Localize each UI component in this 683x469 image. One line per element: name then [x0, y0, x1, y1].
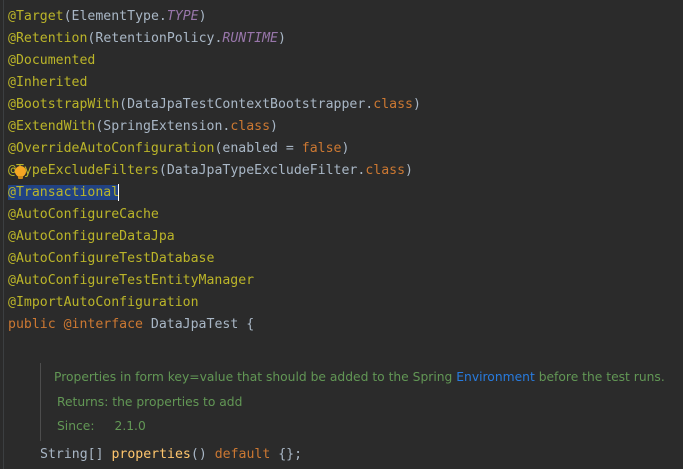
- code-line-typeexcludefilters[interactable]: @TypeExcludeFilters(DataJpaTypeExcludeFi…: [8, 160, 413, 182]
- annotation-name: Target: [15, 9, 64, 24]
- code-line-overrideautoconfiguration[interactable]: @OverrideAutoConfiguration(enabled = fal…: [8, 138, 349, 160]
- keyword: class: [365, 163, 406, 178]
- keyword: false: [301, 141, 342, 156]
- method-name: properties: [111, 447, 191, 462]
- paren: ): [405, 163, 413, 178]
- code-line-interface-declaration[interactable]: public @interface DataJpaTest {: [8, 314, 254, 336]
- code-line-importautoconfiguration[interactable]: @ImportAutoConfiguration: [8, 292, 199, 314]
- code-line-autoconfiguretestentitymanager[interactable]: @AutoConfigureTestEntityManager: [8, 270, 254, 292]
- paren: ): [270, 119, 278, 134]
- keyword: class: [230, 119, 271, 134]
- arg: ElementType.: [71, 9, 167, 24]
- paren: ): [198, 9, 207, 24]
- return-type: String[]: [40, 447, 112, 462]
- annotation-symbol: @: [8, 9, 16, 24]
- constant: TYPE: [166, 9, 199, 24]
- code-line-documented[interactable]: @Documented: [8, 50, 95, 72]
- since-label: Since:: [57, 419, 95, 433]
- code-line-autoconfigurecache[interactable]: @AutoConfigureCache: [8, 204, 159, 226]
- code-line-autoconfiguretestdatabase[interactable]: @AutoConfigureTestDatabase: [8, 248, 214, 270]
- code-line-inherited[interactable]: @Inherited: [8, 72, 87, 94]
- keyword-default: default: [214, 447, 271, 462]
- brace: {: [238, 317, 255, 332]
- text-caret: [118, 183, 120, 201]
- javadoc-text: before the test runs.: [534, 370, 665, 384]
- javadoc-link[interactable]: Environment: [456, 370, 535, 384]
- code-line-extendwith[interactable]: @ExtendWith(SpringExtension.class): [8, 116, 278, 138]
- annotation-symbol: @: [8, 31, 16, 46]
- javadoc-since: Since: 2.1.0: [57, 419, 146, 433]
- method-rest: {};: [270, 447, 303, 462]
- gutter-divider: [3, 0, 4, 469]
- javadoc-description: Properties in form key=value that should…: [54, 370, 665, 384]
- paren: (: [158, 163, 167, 178]
- code-line-transactional[interactable]: @Transactional: [8, 182, 120, 204]
- code-line-retention[interactable]: @Retention(RetentionPolicy.RUNTIME): [8, 28, 286, 50]
- lightbulb-icon[interactable]: [15, 166, 26, 179]
- paren: ): [412, 97, 421, 112]
- code-line-properties-method[interactable]: String[] properties() default {};: [40, 444, 302, 466]
- parens: (): [190, 447, 215, 462]
- annotation-name: @OverrideAutoConfiguration: [8, 141, 215, 156]
- selected-annotation: @Transactional: [8, 185, 120, 200]
- paren: (: [119, 97, 128, 112]
- keyword: class: [373, 97, 413, 112]
- arg: DataJpaTestContextBootstrapper.: [127, 97, 374, 112]
- code-line-autoconfiguredatajpa[interactable]: @AutoConfigureDataJpa: [8, 226, 175, 248]
- annotation-name: @ExtendWith: [8, 119, 96, 134]
- paren: ): [341, 141, 350, 156]
- keyword-interface: @interface: [63, 317, 151, 332]
- javadoc-render: Properties in form key=value that should…: [40, 363, 683, 441]
- code-line-bootstrapwith[interactable]: @BootstrapWith(DataJpaTestContextBootstr…: [8, 94, 421, 116]
- code-line-target[interactable]: @Target(ElementType.TYPE): [8, 6, 207, 28]
- arg: RetentionPolicy.: [95, 31, 223, 46]
- javadoc-returns: Returns: the properties to add: [57, 395, 243, 409]
- paren: (: [63, 9, 72, 24]
- since-value: 2.1.0: [114, 419, 146, 433]
- paren: ): [278, 31, 286, 46]
- constant: RUNTIME: [222, 31, 278, 46]
- arg: enabled =: [222, 141, 302, 156]
- arg: SpringExtension.: [103, 119, 231, 134]
- annotation-name: @TypeExcludeFilters: [8, 163, 159, 178]
- interface-name: DataJpaTest: [150, 317, 239, 332]
- javadoc-text: Properties in form key=value that should…: [54, 370, 457, 384]
- arg: DataJpaTypeExcludeFilter.: [166, 163, 366, 178]
- annotation-name: @BootstrapWith: [8, 97, 120, 112]
- keyword-public: public: [8, 317, 64, 332]
- annotation-name: Retention: [15, 31, 88, 46]
